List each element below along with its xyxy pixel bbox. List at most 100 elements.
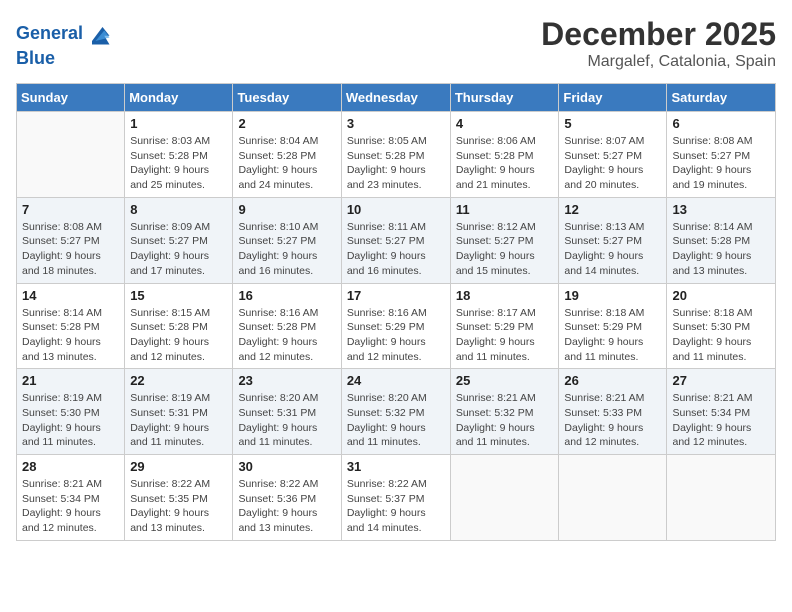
calendar-header-row: SundayMondayTuesdayWednesdayThursdayFrid… — [17, 84, 776, 112]
day-info: Sunrise: 8:21 AMSunset: 5:34 PMDaylight:… — [22, 477, 119, 536]
calendar-cell: 24 Sunrise: 8:20 AMSunset: 5:32 PMDayligh… — [341, 369, 450, 455]
calendar-cell: 17 Sunrise: 8:16 AMSunset: 5:29 PMDayligh… — [341, 283, 450, 369]
location-title: Margalef, Catalonia, Spain — [541, 53, 776, 71]
day-info: Sunrise: 8:14 AMSunset: 5:28 PMDaylight:… — [22, 306, 119, 365]
calendar-week-row: 14 Sunrise: 8:14 AMSunset: 5:28 PMDayligh… — [17, 283, 776, 369]
day-number: 15 — [130, 288, 227, 303]
day-number: 23 — [238, 373, 335, 388]
day-info: Sunrise: 8:20 AMSunset: 5:31 PMDaylight:… — [238, 391, 335, 450]
day-number: 29 — [130, 459, 227, 474]
day-info: Sunrise: 8:03 AMSunset: 5:28 PMDaylight:… — [130, 134, 227, 193]
calendar-cell: 29Sunrise: 8:22 AMSunset: 5:35 PMDayligh… — [125, 455, 233, 541]
title-area: December 2025 Margalef, Catalonia, Spain — [541, 16, 776, 71]
calendar-cell: 27Sunrise: 8:21 AMSunset: 5:34 PMDayligh… — [667, 369, 776, 455]
day-info: Sunrise: 8:09 AMSunset: 5:27 PMDaylight:… — [130, 220, 227, 279]
day-number: 14 — [22, 288, 119, 303]
header-saturday: Saturday — [667, 84, 776, 112]
day-number: 31 — [347, 459, 445, 474]
day-info: Sunrise: 8:10 AMSunset: 5:27 PMDaylight:… — [238, 220, 335, 279]
calendar-cell: 3 Sunrise: 8:05 AMSunset: 5:28 PMDaylight… — [341, 112, 450, 198]
day-info: Sunrise: 8:18 AMSunset: 5:29 PMDaylight:… — [564, 306, 661, 365]
calendar-cell — [450, 455, 559, 541]
calendar-cell — [17, 112, 125, 198]
day-number: 3 — [347, 116, 445, 131]
logo-text: General — [16, 23, 83, 45]
day-info: Sunrise: 8:16 AMSunset: 5:28 PMDaylight:… — [238, 306, 335, 365]
day-info: Sunrise: 8:13 AMSunset: 5:27 PMDaylight:… — [564, 220, 661, 279]
day-number: 28 — [22, 459, 119, 474]
calendar-week-row: 7 Sunrise: 8:08 AMSunset: 5:27 PMDaylight… — [17, 197, 776, 283]
header-tuesday: Tuesday — [233, 84, 341, 112]
calendar-cell: 9 Sunrise: 8:10 AMSunset: 5:27 PMDaylight… — [233, 197, 341, 283]
calendar-cell: 2 Sunrise: 8:04 AMSunset: 5:28 PMDaylight… — [233, 112, 341, 198]
day-number: 8 — [130, 202, 227, 217]
day-number: 21 — [22, 373, 119, 388]
logo-blue-text: Blue — [16, 48, 113, 70]
day-number: 5 — [564, 116, 661, 131]
day-number: 26 — [564, 373, 661, 388]
header: General Blue December 2025 Margalef, Cat… — [16, 16, 776, 71]
calendar-cell: 23 Sunrise: 8:20 AMSunset: 5:31 PMDayligh… — [233, 369, 341, 455]
day-number: 1 — [130, 116, 227, 131]
day-info: Sunrise: 8:20 AMSunset: 5:32 PMDaylight:… — [347, 391, 445, 450]
day-info: Sunrise: 8:15 AMSunset: 5:28 PMDaylight:… — [130, 306, 227, 365]
day-number: 4 — [456, 116, 554, 131]
calendar-cell: 31 Sunrise: 8:22 AMSunset: 5:37 PMDayligh… — [341, 455, 450, 541]
day-number: 17 — [347, 288, 445, 303]
day-info: Sunrise: 8:12 AMSunset: 5:27 PMDaylight:… — [456, 220, 554, 279]
day-number: 25 — [456, 373, 554, 388]
day-info: Sunrise: 8:04 AMSunset: 5:28 PMDaylight:… — [238, 134, 335, 193]
day-info: Sunrise: 8:05 AMSunset: 5:28 PMDaylight:… — [347, 134, 445, 193]
day-info: Sunrise: 8:16 AMSunset: 5:29 PMDaylight:… — [347, 306, 445, 365]
day-number: 12 — [564, 202, 661, 217]
day-number: 18 — [456, 288, 554, 303]
day-info: Sunrise: 8:22 AMSunset: 5:36 PMDaylight:… — [238, 477, 335, 536]
day-info: Sunrise: 8:08 AMSunset: 5:27 PMDaylight:… — [672, 134, 770, 193]
day-number: 2 — [238, 116, 335, 131]
calendar-week-row: 21 Sunrise: 8:19 AMSunset: 5:30 PMDayligh… — [17, 369, 776, 455]
day-info: Sunrise: 8:14 AMSunset: 5:28 PMDaylight:… — [672, 220, 770, 279]
calendar-cell: 16Sunrise: 8:16 AMSunset: 5:28 PMDayligh… — [233, 283, 341, 369]
calendar-week-row: 28 Sunrise: 8:21 AMSunset: 5:34 PMDayligh… — [17, 455, 776, 541]
day-info: Sunrise: 8:17 AMSunset: 5:29 PMDaylight:… — [456, 306, 554, 365]
header-sunday: Sunday — [17, 84, 125, 112]
calendar-cell: 6 Sunrise: 8:08 AMSunset: 5:27 PMDaylight… — [667, 112, 776, 198]
day-number: 10 — [347, 202, 445, 217]
calendar-cell: 10 Sunrise: 8:11 AMSunset: 5:27 PMDayligh… — [341, 197, 450, 283]
calendar-cell: 22 Sunrise: 8:19 AMSunset: 5:31 PMDayligh… — [125, 369, 233, 455]
calendar-table: SundayMondayTuesdayWednesdayThursdayFrid… — [16, 83, 776, 541]
calendar-week-row: 1 Sunrise: 8:03 AMSunset: 5:28 PMDaylight… — [17, 112, 776, 198]
calendar-cell — [667, 455, 776, 541]
day-info: Sunrise: 8:19 AMSunset: 5:31 PMDaylight:… — [130, 391, 227, 450]
day-number: 13 — [672, 202, 770, 217]
calendar-cell: 5Sunrise: 8:07 AMSunset: 5:27 PMDaylight… — [559, 112, 667, 198]
day-info: Sunrise: 8:08 AMSunset: 5:27 PMDaylight:… — [22, 220, 119, 279]
day-number: 20 — [672, 288, 770, 303]
day-number: 30 — [238, 459, 335, 474]
header-thursday: Thursday — [450, 84, 559, 112]
day-number: 9 — [238, 202, 335, 217]
calendar-cell: 20 Sunrise: 8:18 AMSunset: 5:30 PMDayligh… — [667, 283, 776, 369]
calendar-cell: 19Sunrise: 8:18 AMSunset: 5:29 PMDayligh… — [559, 283, 667, 369]
header-monday: Monday — [125, 84, 233, 112]
calendar-cell: 1 Sunrise: 8:03 AMSunset: 5:28 PMDaylight… — [125, 112, 233, 198]
calendar-cell: 15 Sunrise: 8:15 AMSunset: 5:28 PMDayligh… — [125, 283, 233, 369]
day-number: 27 — [672, 373, 770, 388]
day-number: 6 — [672, 116, 770, 131]
calendar-cell: 13 Sunrise: 8:14 AMSunset: 5:28 PMDayligh… — [667, 197, 776, 283]
day-info: Sunrise: 8:11 AMSunset: 5:27 PMDaylight:… — [347, 220, 445, 279]
calendar-cell: 28 Sunrise: 8:21 AMSunset: 5:34 PMDayligh… — [17, 455, 125, 541]
day-info: Sunrise: 8:18 AMSunset: 5:30 PMDaylight:… — [672, 306, 770, 365]
day-number: 7 — [22, 202, 119, 217]
month-title: December 2025 — [541, 16, 776, 53]
logo-icon — [85, 20, 113, 48]
header-friday: Friday — [559, 84, 667, 112]
calendar-cell: 4Sunrise: 8:06 AMSunset: 5:28 PMDaylight… — [450, 112, 559, 198]
day-number: 24 — [347, 373, 445, 388]
day-info: Sunrise: 8:22 AMSunset: 5:37 PMDaylight:… — [347, 477, 445, 536]
calendar-cell: 21 Sunrise: 8:19 AMSunset: 5:30 PMDayligh… — [17, 369, 125, 455]
day-number: 22 — [130, 373, 227, 388]
day-info: Sunrise: 8:19 AMSunset: 5:30 PMDaylight:… — [22, 391, 119, 450]
header-wednesday: Wednesday — [341, 84, 450, 112]
day-info: Sunrise: 8:21 AMSunset: 5:32 PMDaylight:… — [456, 391, 554, 450]
